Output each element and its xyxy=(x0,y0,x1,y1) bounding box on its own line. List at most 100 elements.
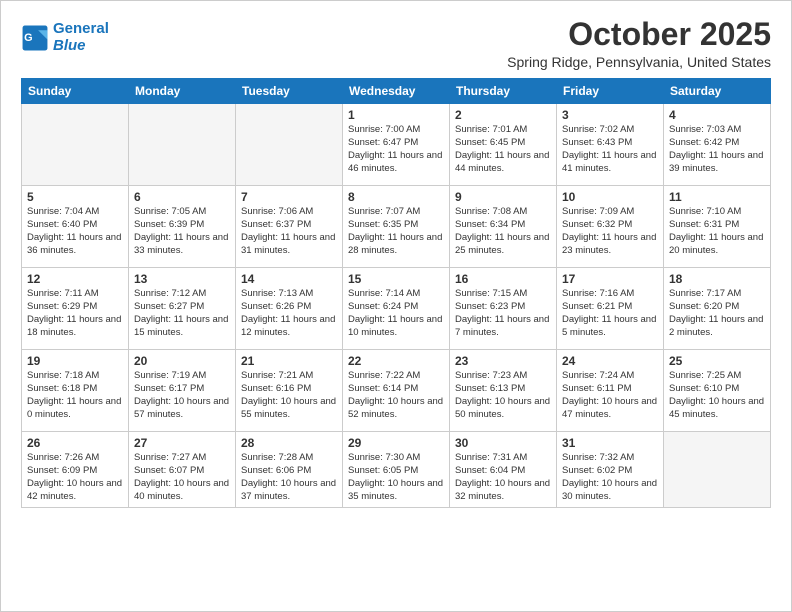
day-info: Sunrise: 7:23 AM Sunset: 6:13 PM Dayligh… xyxy=(455,370,551,421)
day-cell-29: 29Sunrise: 7:30 AM Sunset: 6:05 PM Dayli… xyxy=(343,432,450,508)
week-row-3: 12Sunrise: 7:11 AM Sunset: 6:29 PM Dayli… xyxy=(22,268,771,350)
day-cell-7: 7Sunrise: 7:06 AM Sunset: 6:37 PM Daylig… xyxy=(236,186,343,268)
day-cell-9: 9 Sunrise: 7:08 AM Sunset: 6:34 PM Daylig… xyxy=(450,186,557,268)
day-number: 24 xyxy=(562,354,658,368)
day-number: 26 xyxy=(27,436,123,450)
day-number: 23 xyxy=(455,354,551,368)
day-info: Sunrise: 7:09 AM Sunset: 6:32 PM Dayligh… xyxy=(562,206,658,257)
day-info: Sunrise: 7:10 AM Sunset: 6:31 PM Dayligh… xyxy=(669,206,765,257)
svg-text:G: G xyxy=(24,32,32,44)
day-number: 19 xyxy=(27,354,123,368)
logo-line1: General xyxy=(53,20,109,37)
logo-line2: Blue xyxy=(53,37,86,54)
month-title: October 2025 xyxy=(507,17,771,52)
weekday-monday: Monday xyxy=(129,79,236,104)
header: G General Blue October 2025 Spring Ridge… xyxy=(21,17,771,70)
day-info: Sunrise: 7:16 AM Sunset: 6:21 PM Dayligh… xyxy=(562,288,658,339)
day-cell-24: 24 Sunrise: 7:24 AM Sunset: 6:11 PM Dayli… xyxy=(557,350,664,432)
day-info: Sunrise: 7:04 AM Sunset: 6:40 PM Dayligh… xyxy=(27,206,123,257)
day-info: Sunrise: 7:30 AM Sunset: 6:05 PM Dayligh… xyxy=(348,452,444,503)
day-number: 11 xyxy=(669,190,765,204)
week-row-5: 26 Sunrise: 7:26 AM Sunset: 6:09 PM Dayli… xyxy=(22,432,771,508)
day-cell-2: 2 Sunrise: 7:01 AM Sunset: 6:45 PM Daylig… xyxy=(450,104,557,186)
day-info: Sunrise: 7:14 AM Sunset: 6:24 PM Dayligh… xyxy=(348,288,444,339)
week-row-1: 1Sunrise: 7:00 AM Sunset: 6:47 PM Daylig… xyxy=(22,104,771,186)
day-number: 22 xyxy=(348,354,444,368)
day-cell-26: 26 Sunrise: 7:26 AM Sunset: 6:09 PM Dayli… xyxy=(22,432,129,508)
week-row-2: 5 Sunrise: 7:04 AM Sunset: 6:40 PM Daylig… xyxy=(22,186,771,268)
day-info: Sunrise: 7:03 AM Sunset: 6:42 PM Dayligh… xyxy=(669,124,765,175)
day-info: Sunrise: 7:19 AM Sunset: 6:17 PM Dayligh… xyxy=(134,370,230,421)
title-block: October 2025 Spring Ridge, Pennsylvania,… xyxy=(507,17,771,70)
day-cell-18: 18 Sunrise: 7:17 AM Sunset: 6:20 PM Dayli… xyxy=(664,268,771,350)
location: Spring Ridge, Pennsylvania, United State… xyxy=(507,54,771,70)
day-number: 21 xyxy=(241,354,337,368)
day-cell-1: 1Sunrise: 7:00 AM Sunset: 6:47 PM Daylig… xyxy=(343,104,450,186)
weekday-wednesday: Wednesday xyxy=(343,79,450,104)
day-number: 8 xyxy=(348,190,444,204)
day-number: 28 xyxy=(241,436,337,450)
day-info: Sunrise: 7:08 AM Sunset: 6:34 PM Dayligh… xyxy=(455,206,551,257)
day-cell-16: 16 Sunrise: 7:15 AM Sunset: 6:23 PM Dayli… xyxy=(450,268,557,350)
day-number: 13 xyxy=(134,272,230,286)
day-info: Sunrise: 7:02 AM Sunset: 6:43 PM Dayligh… xyxy=(562,124,658,175)
day-cell-12: 12Sunrise: 7:11 AM Sunset: 6:29 PM Dayli… xyxy=(22,268,129,350)
day-number: 7 xyxy=(241,190,337,204)
day-cell-4: 4Sunrise: 7:03 AM Sunset: 6:42 PM Daylig… xyxy=(664,104,771,186)
day-number: 30 xyxy=(455,436,551,450)
day-number: 2 xyxy=(455,108,551,122)
day-info: Sunrise: 7:15 AM Sunset: 6:23 PM Dayligh… xyxy=(455,288,551,339)
day-info: Sunrise: 7:13 AM Sunset: 6:26 PM Dayligh… xyxy=(241,288,337,339)
empty-cell xyxy=(22,104,129,186)
day-number: 14 xyxy=(241,272,337,286)
day-cell-27: 27Sunrise: 7:27 AM Sunset: 6:07 PM Dayli… xyxy=(129,432,236,508)
weekday-tuesday: Tuesday xyxy=(236,79,343,104)
day-number: 10 xyxy=(562,190,658,204)
day-info: Sunrise: 7:26 AM Sunset: 6:09 PM Dayligh… xyxy=(27,452,123,503)
day-cell-23: 23 Sunrise: 7:23 AM Sunset: 6:13 PM Dayli… xyxy=(450,350,557,432)
day-cell-5: 5 Sunrise: 7:04 AM Sunset: 6:40 PM Daylig… xyxy=(22,186,129,268)
day-info: Sunrise: 7:01 AM Sunset: 6:45 PM Dayligh… xyxy=(455,124,551,175)
week-row-4: 19Sunrise: 7:18 AM Sunset: 6:18 PM Dayli… xyxy=(22,350,771,432)
day-cell-3: 3 Sunrise: 7:02 AM Sunset: 6:43 PM Daylig… xyxy=(557,104,664,186)
day-number: 20 xyxy=(134,354,230,368)
weekday-friday: Friday xyxy=(557,79,664,104)
day-number: 12 xyxy=(27,272,123,286)
logo: G General Blue xyxy=(21,21,109,54)
day-info: Sunrise: 7:32 AM Sunset: 6:02 PM Dayligh… xyxy=(562,452,658,503)
day-cell-31: 31Sunrise: 7:32 AM Sunset: 6:02 PM Dayli… xyxy=(557,432,664,508)
day-number: 16 xyxy=(455,272,551,286)
weekday-saturday: Saturday xyxy=(664,79,771,104)
day-info: Sunrise: 7:24 AM Sunset: 6:11 PM Dayligh… xyxy=(562,370,658,421)
weekday-thursday: Thursday xyxy=(450,79,557,104)
logo-text: General Blue xyxy=(53,21,109,54)
day-info: Sunrise: 7:31 AM Sunset: 6:04 PM Dayligh… xyxy=(455,452,551,503)
day-info: Sunrise: 7:05 AM Sunset: 6:39 PM Dayligh… xyxy=(134,206,230,257)
day-cell-14: 14 Sunrise: 7:13 AM Sunset: 6:26 PM Dayli… xyxy=(236,268,343,350)
day-cell-28: 28 Sunrise: 7:28 AM Sunset: 6:06 PM Dayli… xyxy=(236,432,343,508)
day-info: Sunrise: 7:25 AM Sunset: 6:10 PM Dayligh… xyxy=(669,370,765,421)
day-number: 18 xyxy=(669,272,765,286)
day-cell-6: 6Sunrise: 7:05 AM Sunset: 6:39 PM Daylig… xyxy=(129,186,236,268)
empty-cell xyxy=(664,432,771,508)
day-number: 9 xyxy=(455,190,551,204)
day-cell-25: 25 Sunrise: 7:25 AM Sunset: 6:10 PM Dayli… xyxy=(664,350,771,432)
day-number: 25 xyxy=(669,354,765,368)
day-cell-8: 8 Sunrise: 7:07 AM Sunset: 6:35 PM Daylig… xyxy=(343,186,450,268)
day-info: Sunrise: 7:22 AM Sunset: 6:14 PM Dayligh… xyxy=(348,370,444,421)
day-cell-21: 21 Sunrise: 7:21 AM Sunset: 6:16 PM Dayli… xyxy=(236,350,343,432)
day-cell-15: 15 Sunrise: 7:14 AM Sunset: 6:24 PM Dayli… xyxy=(343,268,450,350)
day-info: Sunrise: 7:17 AM Sunset: 6:20 PM Dayligh… xyxy=(669,288,765,339)
day-cell-11: 11 Sunrise: 7:10 AM Sunset: 6:31 PM Dayli… xyxy=(664,186,771,268)
empty-cell xyxy=(236,104,343,186)
day-info: Sunrise: 7:21 AM Sunset: 6:16 PM Dayligh… xyxy=(241,370,337,421)
day-number: 17 xyxy=(562,272,658,286)
page: G General Blue October 2025 Spring Ridge… xyxy=(0,0,792,612)
day-cell-19: 19Sunrise: 7:18 AM Sunset: 6:18 PM Dayli… xyxy=(22,350,129,432)
weekday-header-row: SundayMondayTuesdayWednesdayThursdayFrid… xyxy=(22,79,771,104)
day-info: Sunrise: 7:07 AM Sunset: 6:35 PM Dayligh… xyxy=(348,206,444,257)
day-number: 5 xyxy=(27,190,123,204)
day-number: 3 xyxy=(562,108,658,122)
day-info: Sunrise: 7:28 AM Sunset: 6:06 PM Dayligh… xyxy=(241,452,337,503)
day-number: 15 xyxy=(348,272,444,286)
